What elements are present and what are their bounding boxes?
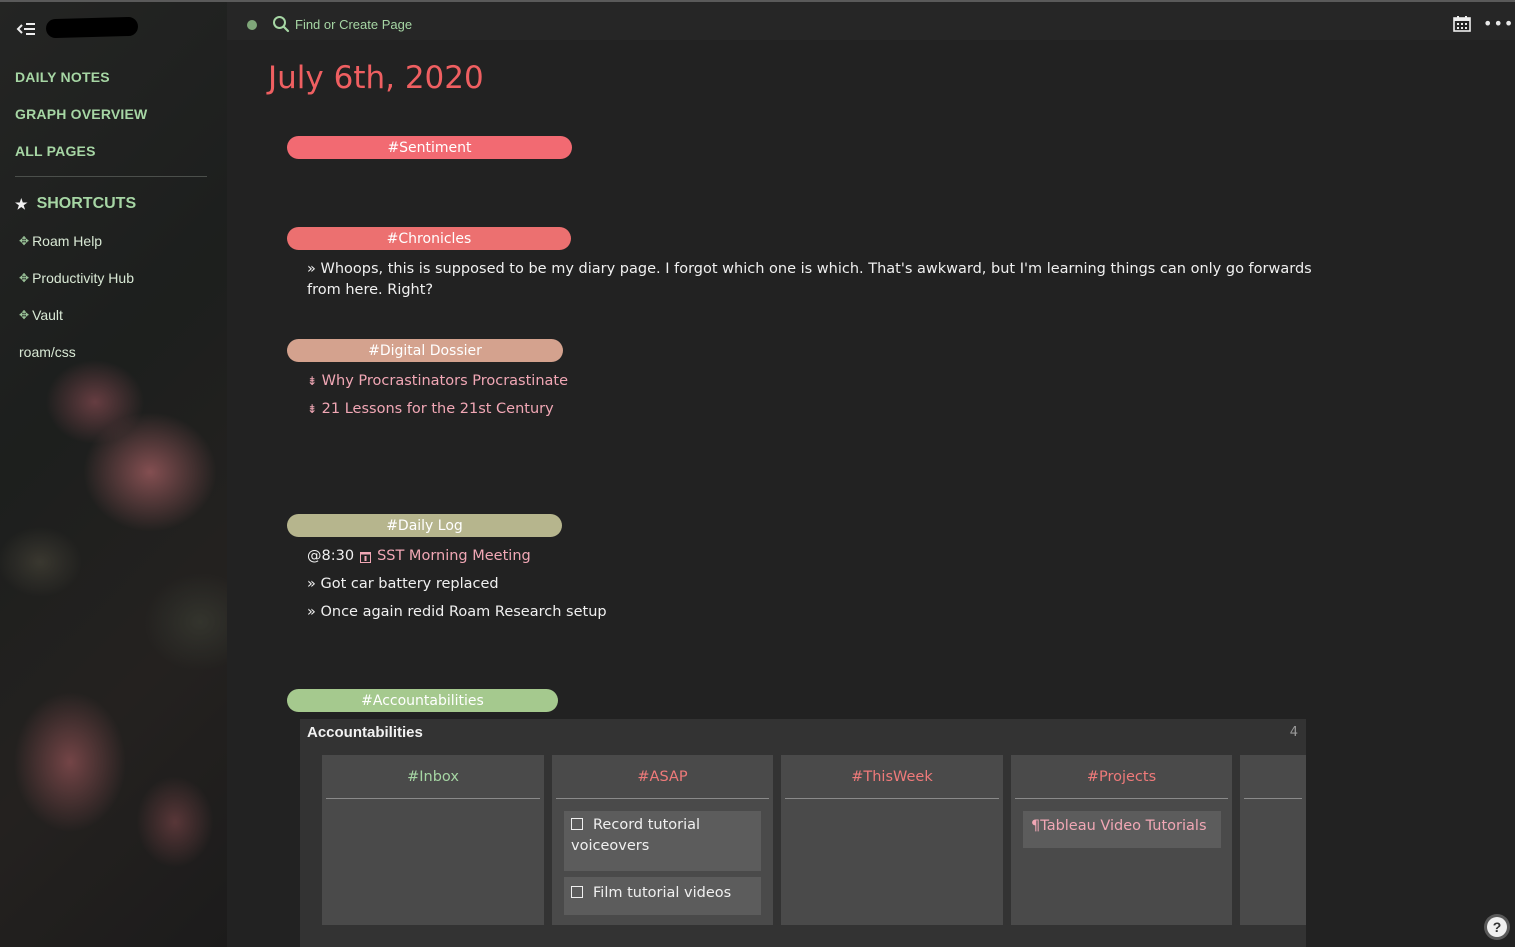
card-text: Record tutorial bbox=[593, 817, 701, 833]
dossier-item[interactable]: ⇟ Why Procrastinators Procrastinate bbox=[307, 371, 568, 392]
collapse-sidebar-icon[interactable] bbox=[16, 22, 36, 36]
top-bar: Find or Create Page ••• bbox=[227, 2, 1515, 40]
sidebar-divider bbox=[15, 176, 207, 177]
kanban-board: Accountabilities 4 #Inbox #ASAP Record t… bbox=[300, 719, 1306, 947]
dossier-marker-icon: ⇟ bbox=[307, 374, 318, 388]
shortcut-vault[interactable]: ✥ Vault bbox=[19, 307, 63, 323]
shortcuts-label: SHORTCUTS bbox=[36, 195, 137, 212]
kanban-column-title[interactable]: #ASAP bbox=[552, 755, 773, 798]
find-or-create-page-search[interactable]: Find or Create Page bbox=[295, 17, 412, 32]
kanban-column-title[interactable]: #Projects bbox=[1011, 755, 1232, 798]
kanban-column-inbox[interactable]: #Inbox bbox=[322, 755, 544, 925]
chronicles-entry-line[interactable]: from here. Right? bbox=[307, 280, 433, 301]
redacted-graph-name bbox=[45, 16, 139, 39]
column-divider bbox=[785, 798, 999, 799]
shortcut-label: Vault bbox=[32, 307, 63, 323]
card-text: voiceovers bbox=[571, 838, 650, 854]
shortcut-bullet-icon: ✥ bbox=[19, 271, 30, 285]
checkbox[interactable] bbox=[571, 886, 583, 898]
chronicles-entry-line[interactable]: » Whoops, this is supposed to be my diar… bbox=[307, 259, 1312, 280]
shortcut-label: Roam Help bbox=[32, 233, 103, 249]
help-button[interactable]: ? bbox=[1484, 914, 1510, 940]
tag-accountabilities[interactable]: #Accountabilities bbox=[287, 689, 558, 712]
shortcut-roam-help[interactable]: ✥ Roam Help bbox=[19, 233, 102, 249]
tag-sentiment[interactable]: #Sentiment bbox=[287, 136, 572, 159]
kanban-column-partial[interactable] bbox=[1240, 755, 1306, 925]
nav-graph-overview[interactable]: GRAPH OVERVIEW bbox=[15, 106, 147, 122]
card-link[interactable]: Tableau Video Tutorials bbox=[1040, 818, 1206, 834]
column-divider bbox=[1015, 798, 1228, 799]
shortcut-label: roam/css bbox=[19, 344, 76, 360]
card-text: Film tutorial videos bbox=[593, 885, 732, 901]
shortcut-bullet-icon: ✥ bbox=[19, 234, 30, 248]
daily-note-page: July 6th, 2020 #Sentiment #Chronicles » … bbox=[227, 40, 1515, 947]
sync-status-indicator bbox=[247, 20, 257, 30]
shortcut-bullet-icon: ✥ bbox=[19, 308, 30, 322]
tag-daily-log[interactable]: #Daily Log bbox=[287, 514, 562, 537]
shortcut-productivity-hub[interactable]: ✥ Productivity Hub bbox=[19, 270, 134, 286]
kanban-title: Accountabilities bbox=[307, 724, 423, 741]
daily-log-item[interactable]: » Got car battery replaced bbox=[307, 574, 499, 595]
kanban-card[interactable]: Film tutorial videos bbox=[564, 877, 761, 915]
kanban-count: 4 bbox=[1289, 725, 1298, 740]
meeting-link[interactable]: SST Morning Meeting bbox=[377, 546, 531, 567]
kanban-column-title[interactable]: #ThisWeek bbox=[781, 755, 1003, 798]
dossier-marker-icon: ⇟ bbox=[307, 402, 318, 416]
kanban-card[interactable]: ¶Tableau Video Tutorials bbox=[1023, 811, 1221, 848]
dossier-item-link[interactable]: Why Procrastinators Procrastinate bbox=[322, 373, 568, 389]
calendar-event-icon bbox=[360, 551, 372, 563]
shortcut-roam-css[interactable]: roam/css bbox=[19, 344, 76, 360]
column-divider bbox=[1244, 798, 1302, 799]
daily-log-meeting[interactable]: @8:30 SST Morning Meeting bbox=[307, 546, 531, 567]
meeting-time: @8:30 bbox=[307, 548, 355, 564]
calendar-icon[interactable] bbox=[1453, 16, 1471, 32]
kanban-column-projects[interactable]: #Projects ¶Tableau Video Tutorials bbox=[1011, 755, 1232, 925]
tag-digital-dossier[interactable]: #Digital Dossier bbox=[287, 339, 563, 362]
kanban-column-thisweek[interactable]: #ThisWeek bbox=[781, 755, 1003, 925]
help-icon: ? bbox=[1487, 917, 1507, 937]
shortcuts-header: ★ SHORTCUTS bbox=[15, 195, 136, 213]
shortcut-label: Productivity Hub bbox=[32, 270, 134, 286]
nav-daily-notes[interactable]: DAILY NOTES bbox=[15, 69, 110, 85]
kanban-column-title[interactable]: #Inbox bbox=[322, 755, 544, 798]
dossier-item[interactable]: ⇟ 21 Lessons for the 21st Century bbox=[307, 399, 554, 420]
tag-chronicles[interactable]: #Chronicles bbox=[287, 227, 571, 250]
page-title[interactable]: July 6th, 2020 bbox=[268, 60, 484, 96]
dossier-item-link[interactable]: 21 Lessons for the 21st Century bbox=[322, 401, 554, 417]
more-options-icon[interactable]: ••• bbox=[1483, 14, 1514, 33]
star-icon: ★ bbox=[15, 195, 28, 212]
nav-all-pages[interactable]: ALL PAGES bbox=[15, 143, 96, 159]
kanban-column-asap[interactable]: #ASAP Record tutorial voiceovers Film tu… bbox=[552, 755, 773, 925]
daily-log-item[interactable]: » Once again redid Roam Research setup bbox=[307, 602, 607, 623]
left-sidebar: DAILY NOTES GRAPH OVERVIEW ALL PAGES ★ S… bbox=[0, 2, 227, 947]
kanban-card[interactable]: Record tutorial voiceovers bbox=[564, 811, 761, 871]
paragraph-icon: ¶ bbox=[1031, 818, 1041, 834]
search-icon[interactable] bbox=[272, 15, 290, 33]
column-divider bbox=[556, 798, 769, 799]
checkbox[interactable] bbox=[571, 818, 583, 830]
column-divider bbox=[326, 798, 540, 799]
